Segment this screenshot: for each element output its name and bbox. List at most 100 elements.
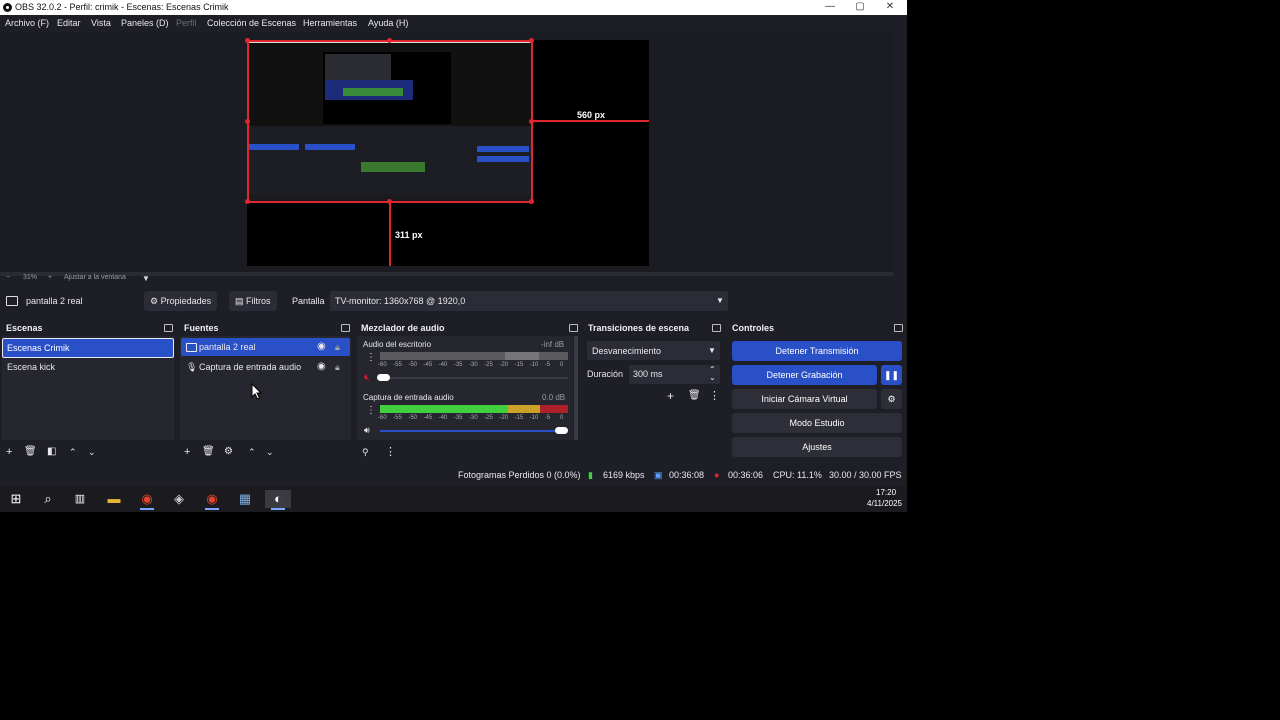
minimize-button[interactable]: — [815, 0, 845, 15]
display-select[interactable]: TV-monitor: 1360x768 @ 1920,0 ▼ [330, 291, 728, 311]
zoom-dropdown-chevron-icon[interactable]: ▼ [142, 274, 150, 283]
resize-handle[interactable] [529, 119, 534, 124]
volume-slider-handle[interactable] [377, 374, 390, 381]
chrome-icon[interactable]: ◉ [203, 490, 221, 508]
transition-select[interactable]: Desvanecimiento ▼ [587, 341, 720, 360]
dropped-frames: Fotogramas Perdidos 0 (0.0%) [458, 470, 581, 480]
advanced-audio-icon[interactable]: ⚲ [362, 446, 369, 458]
mixer-scrollbar[interactable] [574, 336, 578, 440]
stop-recording-button[interactable]: Detener Grabación [732, 365, 877, 385]
cpu-usage: CPU: 11.1% [773, 470, 822, 480]
add-scene-button[interactable]: + [6, 446, 12, 458]
channel-level: 0.0 dB [542, 393, 566, 402]
menu-bar: Archivo (F) Editar Vista Paneles (D) Per… [0, 15, 907, 32]
resize-handle[interactable] [529, 199, 534, 204]
resize-handle[interactable] [387, 38, 392, 43]
zoom-level: 31% [23, 274, 38, 281]
running-indicator [140, 508, 154, 510]
more-options-icon[interactable]: ⋮ [366, 405, 376, 416]
menu-herramientas[interactable]: Herramientas [303, 18, 357, 28]
virtual-camera-settings-button[interactable]: ⚙ [881, 389, 902, 409]
obs-taskbar-icon[interactable]: ◐ [265, 490, 291, 508]
mixer-menu-icon[interactable]: ⋮ [385, 446, 396, 458]
preview-scrollbar[interactable] [0, 272, 893, 276]
move-up-chevron-icon[interactable]: ⌃ [248, 446, 256, 458]
source-properties-gear-icon[interactable]: ⚙ [224, 446, 233, 458]
source-item[interactable]: pantalla 2 real ◉ 🔒︎ [181, 338, 350, 356]
meter-scale-tick: -25 [484, 415, 493, 421]
move-up-chevron-icon[interactable]: ⌃ [69, 446, 77, 458]
move-down-chevron-icon[interactable]: ⌄ [88, 446, 96, 458]
windows-start-icon[interactable]: ⊞ [7, 490, 25, 508]
menu-editar[interactable]: Editar [57, 18, 81, 28]
lock-icon[interactable]: 🔒︎ [335, 338, 340, 356]
start-virtual-camera-button[interactable]: Iniciar Cámara Virtual [732, 389, 877, 409]
task-view-icon[interactable]: ▥ [71, 490, 89, 508]
filters-button[interactable]: ▤ Filtros [229, 291, 277, 311]
studio-mode-button[interactable]: Modo Estudio [732, 413, 902, 433]
menu-coleccion-escenas[interactable]: Colección de Escenas [207, 18, 296, 28]
source-item[interactable]: 🎙︎ Captura de entrada audio ◉ 🔒︎ [181, 358, 350, 376]
popout-icon[interactable] [164, 324, 173, 332]
popout-icon[interactable] [341, 324, 350, 332]
zoom-out-button[interactable]: − [6, 274, 10, 281]
transition-menu-icon[interactable]: ⋮ [709, 389, 720, 402]
recording-dot-icon: ● [714, 470, 720, 480]
meter-scale-tick: -5 [544, 362, 551, 368]
add-source-button[interactable]: + [184, 446, 190, 458]
move-down-chevron-icon[interactable]: ⌄ [266, 446, 274, 458]
volume-slider-handle[interactable] [555, 427, 568, 434]
recording-time: 00:36:06 [728, 470, 764, 480]
chevron-down-icon[interactable]: ⌄ [709, 373, 716, 382]
resize-handle[interactable] [245, 119, 250, 124]
menu-paneles[interactable]: Paneles (D) [121, 18, 169, 28]
menu-perfil[interactable]: Perfil [176, 18, 197, 28]
remove-scene-trash-icon[interactable]: 🗑 [24, 446, 37, 458]
visibility-eye-icon[interactable]: ◉ [317, 358, 326, 376]
remove-transition-trash-icon[interactable]: 🗑 [688, 390, 701, 401]
menu-archivo[interactable]: Archivo (F) [5, 18, 49, 28]
scene-item[interactable]: Escena kick [3, 358, 173, 376]
scene-filters-icon[interactable]: ◧ [47, 446, 56, 458]
popout-icon[interactable] [894, 324, 903, 332]
popout-icon[interactable] [569, 324, 578, 332]
duration-spinbox[interactable]: 300 ms ⌃ ⌄ [629, 365, 720, 384]
volume-slider[interactable] [380, 377, 568, 379]
meter-scale-tick: -50 [408, 415, 417, 421]
window-title: OBS 32.0.2 - Perfil: crimik - Escenas: E… [15, 2, 229, 12]
app-icon[interactable]: ◈ [170, 490, 188, 508]
settings-button[interactable]: Ajustes [732, 437, 902, 457]
pause-icon: ❚❚ [883, 370, 900, 380]
screen-capture-thumbnail[interactable] [247, 40, 533, 203]
resize-handle[interactable] [387, 199, 392, 204]
more-options-icon[interactable]: ⋮ [366, 352, 376, 363]
menu-ayuda[interactable]: Ayuda (H) [368, 18, 408, 28]
pause-recording-button[interactable]: ❚❚ [881, 365, 902, 385]
zoom-in-button[interactable]: + [48, 274, 52, 281]
scene-item[interactable]: Escenas Crimik [2, 338, 174, 358]
maximize-button[interactable]: ▢ [845, 0, 875, 15]
stop-streaming-button[interactable]: Detener Transmisión [732, 341, 902, 361]
resize-handle[interactable] [245, 199, 250, 204]
properties-button[interactable]: ⚙ Propiedades [144, 291, 218, 311]
channel-level: -inf dB [541, 340, 565, 349]
visibility-eye-icon[interactable]: ◉ [317, 338, 326, 356]
calculator-icon[interactable]: ▦ [236, 490, 254, 508]
meter-scale-tick: -15 [514, 362, 524, 368]
search-icon[interactable]: ⌕ [39, 490, 57, 508]
muted-speaker-icon[interactable]: 🔇︎ [364, 372, 370, 383]
menu-vista[interactable]: Vista [91, 18, 111, 28]
chrome-icon[interactable]: ◉ [138, 490, 156, 508]
lock-icon[interactable]: 🔒︎ [335, 358, 340, 376]
close-button[interactable]: ✕ [875, 0, 905, 15]
popout-icon[interactable] [712, 324, 721, 332]
add-transition-button[interactable]: + [667, 389, 674, 403]
resize-handle[interactable] [529, 38, 534, 43]
resize-handle[interactable] [245, 38, 250, 43]
meter-scale-tick: -30 [469, 415, 478, 421]
file-explorer-icon[interactable]: ▬ [105, 490, 123, 508]
volume-slider[interactable] [380, 430, 564, 432]
meter-scale-tick: -45 [423, 362, 433, 368]
remove-source-trash-icon[interactable]: 🗑 [202, 446, 215, 458]
speaker-icon[interactable]: 🔊︎ [364, 425, 370, 436]
